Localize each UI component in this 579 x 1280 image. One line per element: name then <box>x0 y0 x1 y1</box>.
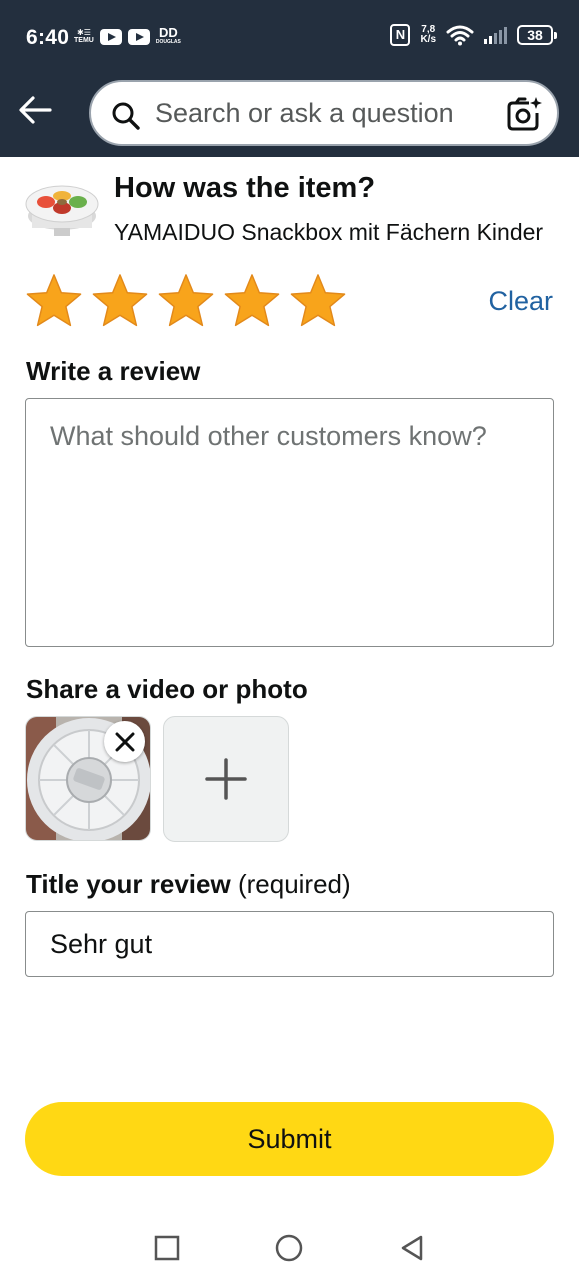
write-review-label: Write a review <box>26 356 201 386</box>
battery-level: 38 <box>527 27 543 43</box>
back-triangle-icon[interactable] <box>397 1233 427 1263</box>
review-textarea[interactable] <box>25 398 554 647</box>
arrow-left-icon[interactable] <box>16 91 54 129</box>
star-icon-5[interactable] <box>289 272 347 330</box>
star-icon-1[interactable] <box>25 272 83 330</box>
battery-icon: 38 <box>517 25 557 45</box>
status-system-icons: N 7,8 K/s 38 <box>390 24 557 46</box>
plus-icon <box>205 758 247 800</box>
status-bar: 6:40 ✱☰ TEMU DD DOUGLAS N 7,8 K/s 38 <box>0 0 579 76</box>
camera-sparkle-icon[interactable] <box>505 95 543 133</box>
system-nav-bar <box>0 1215 579 1280</box>
review-heading: How was the item? <box>114 172 376 204</box>
review-title-label: Title your review (required) <box>26 869 351 899</box>
review-title-input[interactable] <box>25 911 554 977</box>
star-rating[interactable] <box>25 272 347 330</box>
search-icon <box>112 102 140 130</box>
search-bar[interactable] <box>89 80 559 146</box>
nfc-icon: N <box>390 24 411 46</box>
youtube-icon <box>127 28 150 45</box>
top-app-bar: 6:40 ✱☰ TEMU DD DOUGLAS N 7,8 K/s 38 Sea… <box>0 0 579 157</box>
close-icon <box>115 732 134 751</box>
douglas-icon: DD DOUGLAS <box>155 25 181 45</box>
submit-button[interactable]: Submit <box>25 1102 554 1176</box>
remove-photo-button[interactable] <box>104 721 145 762</box>
signal-icon <box>484 26 507 44</box>
product-thumbnail <box>25 185 99 236</box>
network-speed: 7,8 K/s <box>420 24 436 45</box>
status-notification-icons: ✱☰ TEMU DD DOUGLAS <box>74 25 181 46</box>
clear-rating-link[interactable]: Clear <box>488 286 553 317</box>
star-icon-2[interactable] <box>91 272 149 330</box>
home-circle-icon[interactable] <box>274 1233 304 1263</box>
product-name: YAMAIDUO Snackbox mit Fächern Kinder <box>114 219 544 245</box>
youtube-icon <box>99 28 122 45</box>
status-time: 6:40 <box>26 26 70 49</box>
temu-icon: ✱☰ TEMU <box>74 27 94 44</box>
star-icon-4[interactable] <box>223 272 281 330</box>
recents-square-icon[interactable] <box>152 1233 182 1263</box>
wifi-icon <box>446 25 474 46</box>
share-media-label: Share a video or photo <box>26 674 308 704</box>
search-input[interactable] <box>155 82 485 144</box>
star-icon-3[interactable] <box>157 272 215 330</box>
add-media-button[interactable] <box>163 716 289 842</box>
